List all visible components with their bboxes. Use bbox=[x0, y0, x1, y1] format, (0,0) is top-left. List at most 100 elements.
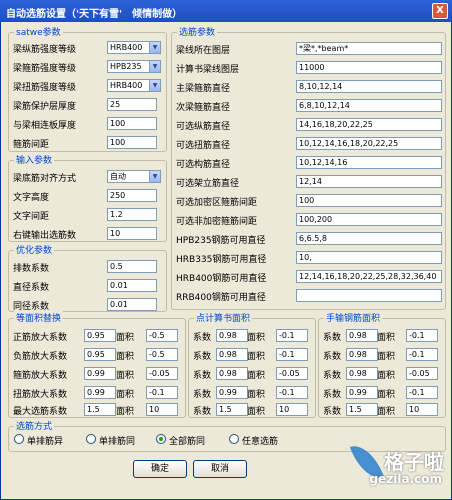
longitudinal-diameter-label: 可选纵筋直径 bbox=[176, 122, 231, 132]
calc-factor-input[interactable]: 0.98 bbox=[216, 329, 248, 342]
equal-area-area-input[interactable]: -0.5 bbox=[146, 329, 178, 342]
manual-factor-input[interactable]: 0.98 bbox=[346, 329, 378, 342]
non-dense-spacing-input[interactable]: 100,200 bbox=[296, 213, 442, 226]
radio-all-same[interactable] bbox=[156, 434, 166, 444]
equal-area-row-label: 正筋放大系数 bbox=[13, 333, 68, 343]
calc-area-input[interactable]: -0.1 bbox=[276, 386, 308, 399]
torsion-diameter-input[interactable]: 10,12,14,16,18,20,22,25 bbox=[296, 137, 442, 150]
calc-area-input[interactable]: 10 bbox=[276, 403, 308, 416]
main-beam-stirrup-input[interactable]: 8,10,12,14 bbox=[296, 80, 442, 93]
diameter-factor-input[interactable]: 0.01 bbox=[107, 279, 157, 292]
ok-button[interactable]: 确定 bbox=[133, 460, 187, 478]
rrb400-diameter-input[interactable] bbox=[296, 289, 442, 302]
satwe-group-title: satwe参数 bbox=[14, 25, 63, 38]
equal-area-row-label: 扭筋放大系数 bbox=[13, 390, 68, 400]
manual-factor-input[interactable]: 1.5 bbox=[346, 403, 378, 416]
watermark-cn: 格子啦 bbox=[384, 450, 444, 474]
equal-area-row-label: 最大选筋系数 bbox=[13, 407, 68, 417]
equal-area-factor-input[interactable]: 1.5 bbox=[84, 403, 116, 416]
secondary-beam-stirrup-input[interactable]: 6,8,10,12,14 bbox=[296, 99, 442, 112]
erection-diameter-input[interactable]: 12,14 bbox=[296, 175, 442, 188]
radio-arbitrary[interactable] bbox=[229, 434, 239, 444]
equal-area-area-input[interactable]: -0.1 bbox=[146, 386, 178, 399]
radio-label: 任意选筋 bbox=[242, 437, 279, 447]
equal-area-factor-input[interactable]: 0.95 bbox=[84, 348, 116, 361]
method-group-title: 选筋方式 bbox=[14, 419, 55, 432]
radio-single-row-diff[interactable] bbox=[14, 434, 24, 444]
calc-area-group-title: 点计算书面积 bbox=[194, 311, 253, 324]
text-height-input[interactable]: 250 bbox=[107, 189, 157, 202]
manual-area-input[interactable]: 10 bbox=[406, 403, 438, 416]
torsion-diameter-label: 可选扭筋直径 bbox=[176, 141, 231, 151]
equal-area-area-label: 面积 bbox=[116, 407, 135, 417]
calc-beam-layer-input[interactable]: 11000 bbox=[296, 61, 442, 74]
chevron-down-icon[interactable]: ▼ bbox=[149, 171, 160, 182]
cancel-button[interactable]: 取消 bbox=[193, 460, 247, 478]
erection-diameter-label: 可选架立筋直径 bbox=[176, 179, 240, 189]
row-factor-input[interactable]: 0.5 bbox=[107, 260, 157, 273]
beam-layer-label: 梁线所在图层 bbox=[176, 46, 231, 56]
dense-spacing-label: 可选加密区箍筋间距 bbox=[176, 198, 258, 208]
radio-single-row-same[interactable] bbox=[86, 434, 96, 444]
longitudinal-diameter-input[interactable]: 14,16,18,20,22,25 bbox=[296, 118, 442, 131]
row-factor-label: 排数系数 bbox=[13, 264, 50, 274]
manual-factor-input[interactable]: 0.98 bbox=[346, 367, 378, 380]
calc-factor-input[interactable]: 0.98 bbox=[216, 367, 248, 380]
same-diameter-factor-input[interactable]: 0.01 bbox=[107, 298, 157, 311]
equal-area-factor-input[interactable]: 0.99 bbox=[84, 386, 116, 399]
longitudinal-grade-value: HRB400 bbox=[110, 43, 143, 52]
hrb400-diameter-input[interactable]: 12,14,16,18,20,22,25,28,32,36,40 bbox=[296, 270, 442, 283]
slab-thickness-input[interactable]: 100 bbox=[107, 117, 157, 130]
calc-area-label: 面积 bbox=[247, 407, 266, 417]
manual-area-label: 面积 bbox=[377, 352, 396, 362]
stirrup-spacing-input[interactable]: 100 bbox=[107, 136, 157, 149]
beam-layer-input[interactable]: *梁*,*beam* bbox=[296, 42, 442, 55]
stirrup-grade-select[interactable]: HPB235 ▼ bbox=[107, 60, 161, 73]
calc-area-input[interactable]: -0.1 bbox=[276, 348, 308, 361]
manual-factor-input[interactable]: 0.98 bbox=[346, 348, 378, 361]
align-select[interactable]: 自动 ▼ bbox=[107, 170, 161, 183]
hrb335-diameter-label: HRB335钢筋可用直径 bbox=[176, 255, 267, 265]
text-spacing-input[interactable]: 1.2 bbox=[107, 208, 157, 221]
manual-area-label: 面积 bbox=[377, 333, 396, 343]
stirrup-grade-label: 梁箍筋强度等级 bbox=[13, 64, 77, 74]
calc-area-input[interactable]: -0.05 bbox=[276, 367, 308, 380]
equal-area-area-input[interactable]: -0.5 bbox=[146, 348, 178, 361]
equal-area-factor-input[interactable]: 0.95 bbox=[84, 329, 116, 342]
manual-area-input[interactable]: -0.1 bbox=[406, 348, 438, 361]
equal-area-area-input[interactable]: 10 bbox=[146, 403, 178, 416]
right-count-label: 右键输出选筋数 bbox=[13, 231, 77, 241]
watermark: 格子啦 gezila.com bbox=[349, 436, 448, 496]
cover-input[interactable]: 25 bbox=[107, 98, 157, 111]
equal-area-area-input[interactable]: -0.05 bbox=[146, 367, 178, 380]
construct-diameter-input[interactable]: 10,12,14,16 bbox=[296, 156, 442, 169]
torsion-grade-select[interactable]: HRB400 ▼ bbox=[107, 79, 161, 92]
equal-area-factor-input[interactable]: 0.99 bbox=[84, 367, 116, 380]
calc-factor-input[interactable]: 0.98 bbox=[216, 348, 248, 361]
chevron-down-icon[interactable]: ▼ bbox=[149, 42, 160, 53]
calc-factor-input[interactable]: 1.5 bbox=[216, 403, 248, 416]
manual-factor-input[interactable]: 0.99 bbox=[346, 386, 378, 399]
hpb235-diameter-input[interactable]: 6,6.5,8 bbox=[296, 232, 442, 245]
close-button[interactable]: X bbox=[432, 3, 448, 19]
manual-area-input[interactable]: -0.05 bbox=[406, 367, 438, 380]
manual-factor-label: 系数 bbox=[323, 333, 342, 343]
right-count-input[interactable]: 10 bbox=[107, 227, 157, 240]
hrb335-diameter-input[interactable]: 10, bbox=[296, 251, 442, 264]
radio-label: 全部筋同 bbox=[169, 437, 206, 447]
manual-area-input[interactable]: -0.1 bbox=[406, 329, 438, 342]
text-height-label: 文字高度 bbox=[13, 193, 50, 203]
calc-factor-label: 系数 bbox=[193, 333, 212, 343]
chevron-down-icon[interactable]: ▼ bbox=[149, 61, 160, 72]
calc-beam-layer-label: 计算书梁线图层 bbox=[176, 65, 240, 75]
manual-area-input[interactable]: -0.1 bbox=[406, 386, 438, 399]
dense-spacing-input[interactable]: 100 bbox=[296, 194, 442, 207]
calc-area-input[interactable]: -0.1 bbox=[276, 329, 308, 342]
calc-factor-label: 系数 bbox=[193, 390, 212, 400]
title-bar: 自动选筋设置（'天下有雪' 倾情制做） X bbox=[0, 0, 452, 22]
manual-area-label: 面积 bbox=[377, 390, 396, 400]
calc-factor-input[interactable]: 0.99 bbox=[216, 386, 248, 399]
non-dense-spacing-label: 可选非加密箍筋间距 bbox=[176, 217, 258, 227]
longitudinal-grade-select[interactable]: HRB400 ▼ bbox=[107, 41, 161, 54]
chevron-down-icon[interactable]: ▼ bbox=[149, 80, 160, 91]
